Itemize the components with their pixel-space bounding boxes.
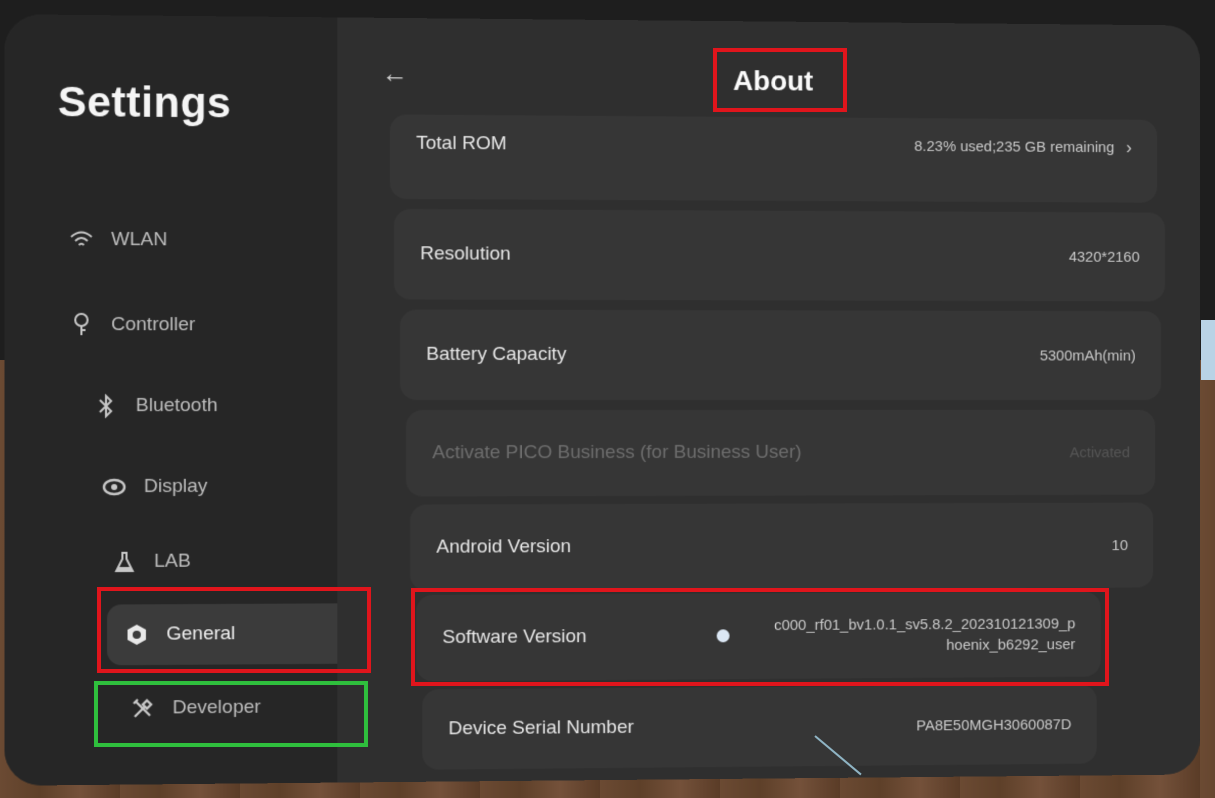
row-value: 10 bbox=[1112, 537, 1128, 554]
sidebar-item-label: General bbox=[166, 623, 235, 646]
row-activate-pico-business: Activate PICO Business (for Business Use… bbox=[406, 410, 1155, 497]
row-label: Activate PICO Business (for Business Use… bbox=[432, 442, 801, 464]
chevron-right-icon: › bbox=[1126, 137, 1132, 158]
sidebar-item-label: Display bbox=[144, 476, 208, 498]
flask-icon bbox=[111, 549, 138, 575]
row-software-version[interactable]: Software Version c000_rf01_bv1.0.1_sv5.8… bbox=[416, 592, 1100, 682]
sidebar-item-general[interactable]: General bbox=[107, 603, 358, 665]
sidebar-item-label: Developer bbox=[173, 697, 261, 720]
sidebar-item-display[interactable]: Display bbox=[101, 467, 208, 508]
row-value: 8.23% used;235 GB remaining bbox=[914, 138, 1114, 156]
row-device-serial-number: Device Serial Number PA8E50MGH3060087D bbox=[422, 685, 1097, 770]
row-value: Activated bbox=[1070, 444, 1130, 461]
row-label: Total ROM bbox=[416, 133, 506, 156]
sidebar-item-controller[interactable]: Controller bbox=[68, 305, 195, 346]
sidebar-item-wlan[interactable]: WLAN bbox=[68, 220, 167, 261]
wifi-icon bbox=[68, 227, 95, 253]
sidebar-item-label: LAB bbox=[154, 551, 191, 573]
about-content: ← About Total ROM 8.23% used;235 GB rema… bbox=[337, 17, 1200, 782]
environment-window bbox=[1201, 320, 1215, 380]
row-android-version: Android Version 10 bbox=[410, 503, 1153, 591]
row-label: Resolution bbox=[420, 243, 510, 265]
sidebar-item-lab[interactable]: LAB bbox=[111, 541, 191, 582]
row-total-rom[interactable]: Total ROM 8.23% used;235 GB remaining › bbox=[390, 114, 1157, 202]
row-label: Android Version bbox=[436, 536, 571, 559]
bluetooth-icon bbox=[93, 393, 120, 419]
controller-icon bbox=[68, 312, 95, 338]
software-version-line1: c000_rf01_bv1.0.1_sv5.8.2_202310121309_p bbox=[774, 613, 1075, 636]
sidebar: Settings WLAN Controller Bluetooth Displ… bbox=[4, 14, 337, 786]
row-label: Software Version bbox=[442, 626, 586, 649]
sidebar-item-developer[interactable]: Developer bbox=[130, 687, 261, 728]
row-value: 5300mAh(min) bbox=[1040, 347, 1136, 364]
sidebar-item-label: WLAN bbox=[111, 229, 167, 251]
row-resolution: Resolution 4320*2160 bbox=[394, 209, 1165, 301]
sidebar-item-label: Controller bbox=[111, 314, 195, 336]
gear-icon bbox=[123, 622, 150, 648]
eye-icon bbox=[101, 474, 128, 500]
page-title: About bbox=[337, 62, 1200, 101]
pointer-cursor-dot bbox=[717, 629, 730, 642]
software-version-line2: hoenix_b6292_user bbox=[774, 634, 1075, 657]
row-value: c000_rf01_bv1.0.1_sv5.8.2_202310121309_p… bbox=[774, 613, 1075, 656]
sidebar-item-label: Bluetooth bbox=[136, 395, 218, 417]
settings-panel: Settings WLAN Controller Bluetooth Displ… bbox=[4, 14, 1200, 786]
sidebar-item-bluetooth[interactable]: Bluetooth bbox=[93, 386, 218, 427]
tools-icon bbox=[130, 695, 157, 722]
settings-title: Settings bbox=[58, 78, 232, 128]
row-value: PA8E50MGH3060087D bbox=[916, 716, 1071, 734]
row-battery-capacity: Battery Capacity 5300mAh(min) bbox=[400, 310, 1161, 400]
row-value: 4320*2160 bbox=[1069, 248, 1140, 265]
row-label: Device Serial Number bbox=[448, 717, 633, 741]
row-label: Battery Capacity bbox=[426, 344, 566, 366]
